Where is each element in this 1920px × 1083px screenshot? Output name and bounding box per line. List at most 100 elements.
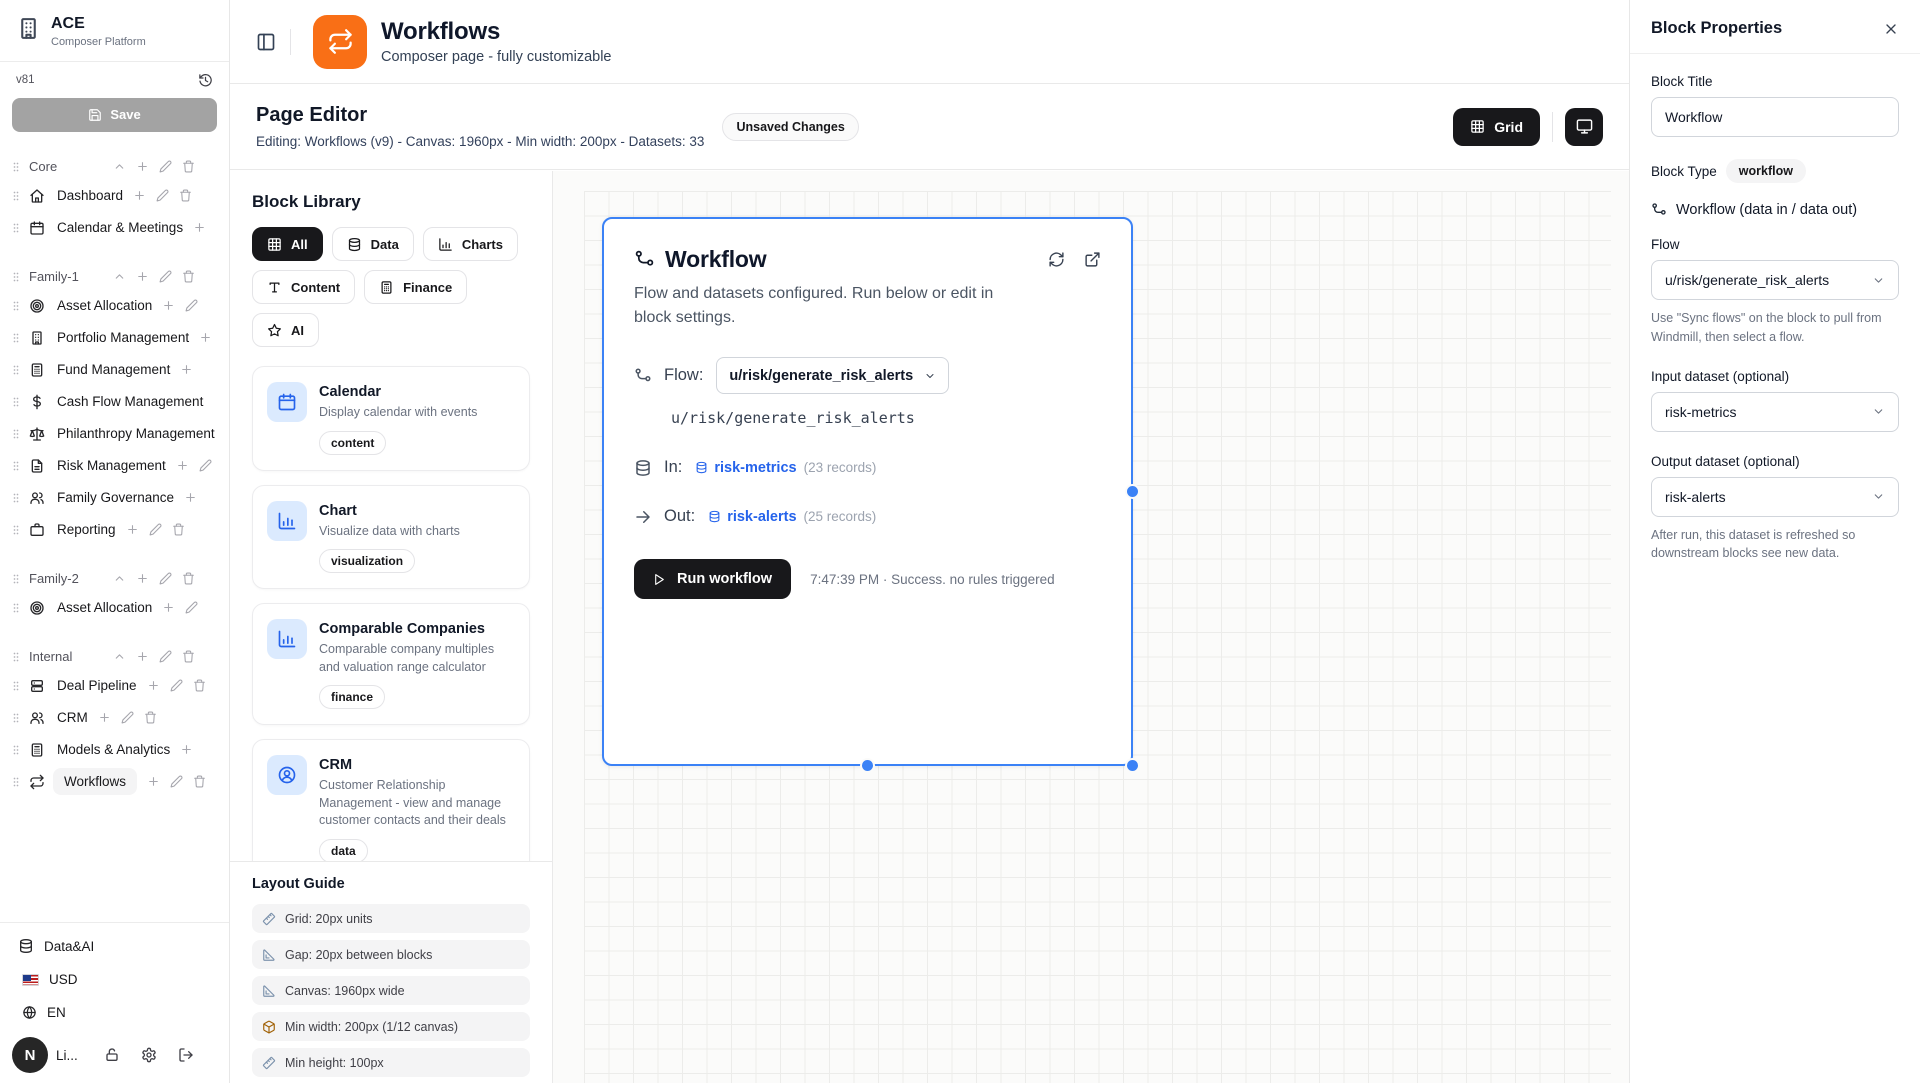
plus-button[interactable] (147, 775, 160, 788)
plus-button[interactable] (136, 650, 149, 663)
output-dataset-select[interactable]: risk-alerts (1651, 477, 1899, 517)
sidebar-item-family-governance[interactable]: Family Governance (6, 482, 223, 514)
currency-selector[interactable]: USD (0, 963, 229, 996)
plus-button[interactable] (162, 299, 175, 312)
sidebar-item-cash-flow-management[interactable]: Cash Flow Management (6, 386, 223, 418)
flow-select[interactable]: u/risk/generate_risk_alerts (1651, 260, 1899, 300)
plus-button[interactable] (184, 491, 197, 504)
pencil-button[interactable] (159, 270, 172, 283)
trash-button[interactable] (144, 711, 157, 724)
filter-data[interactable]: Data (332, 227, 414, 261)
trash-button[interactable] (172, 523, 185, 536)
plus-button[interactable] (162, 601, 175, 614)
resize-handle-southeast[interactable] (1125, 758, 1140, 773)
block-card-description: Display calendar with events (319, 404, 477, 422)
flow-select[interactable]: u/risk/generate_risk_alerts (716, 357, 949, 394)
filter-finance[interactable]: Finance (364, 270, 467, 304)
avatar[interactable]: N (12, 1037, 48, 1073)
chevron-up-button[interactable] (113, 650, 126, 663)
plus-button[interactable] (133, 189, 146, 202)
trash-button[interactable] (182, 270, 195, 283)
sidebar-item-crm[interactable]: CRM (6, 702, 223, 734)
plus-button[interactable] (136, 572, 149, 585)
ruler-icon (262, 1056, 276, 1070)
trash-button[interactable] (182, 160, 195, 173)
block-card-chart[interactable]: ChartVisualize data with chartsvisualiza… (252, 485, 530, 590)
pencil-button[interactable] (159, 160, 172, 173)
resize-handle-east[interactable] (1125, 484, 1140, 499)
resize-handle-south[interactable] (860, 758, 875, 773)
plus-button[interactable] (98, 711, 111, 724)
history-icon[interactable] (198, 73, 213, 88)
sidebar-item-asset-allocation[interactable]: Asset Allocation (6, 290, 223, 322)
pencil-button[interactable] (185, 299, 198, 312)
grid-toggle-button[interactable]: Grid (1453, 108, 1540, 146)
plus-button[interactable] (180, 363, 193, 376)
close-icon[interactable] (1883, 21, 1899, 37)
editor-canvas[interactable]: Workflow Flow and datasets configured. R… (553, 171, 1629, 1083)
run-workflow-button[interactable]: Run workflow (634, 559, 791, 599)
output-dataset-link[interactable]: risk-alerts (708, 509, 796, 525)
plus-button[interactable] (136, 160, 149, 173)
block-card-calendar[interactable]: CalendarDisplay calendar with eventscont… (252, 366, 530, 471)
block-card-comparable-companies[interactable]: Comparable CompaniesComparable company m… (252, 603, 530, 725)
plus-button[interactable] (199, 331, 212, 344)
pencil-button[interactable] (159, 572, 172, 585)
filter-ai[interactable]: AI (252, 313, 319, 347)
pencil-button[interactable] (159, 650, 172, 663)
chevron-up-button[interactable] (113, 160, 126, 173)
sidebar-item-calendar-meetings[interactable]: Calendar & Meetings (6, 212, 223, 244)
input-dataset-select[interactable]: risk-metrics (1651, 392, 1899, 432)
flow-help-text: Use "Sync flows" on the block to pull fr… (1651, 309, 1899, 347)
save-button[interactable]: Save (12, 98, 217, 132)
workflow-block[interactable]: Workflow Flow and datasets configured. R… (602, 217, 1133, 766)
chevron-up-button[interactable] (113, 270, 126, 283)
pencil-button[interactable] (170, 775, 183, 788)
sidebar-item-workflows[interactable]: Workflows (6, 766, 223, 798)
sidebar-item-philanthropy-management[interactable]: Philanthropy Management (6, 418, 223, 450)
block-title-input[interactable] (1651, 97, 1899, 137)
plus-button[interactable] (180, 743, 193, 756)
sidebar-item-fund-management[interactable]: Fund Management (6, 354, 223, 386)
sidebar-item-portfolio-management[interactable]: Portfolio Management (6, 322, 223, 354)
logout-icon[interactable] (178, 1047, 194, 1063)
input-dataset-link[interactable]: risk-metrics (695, 460, 796, 476)
chevron-up-button[interactable] (113, 572, 126, 585)
sidebar-item-asset-allocation[interactable]: Asset Allocation (6, 592, 223, 624)
pencil-button[interactable] (170, 679, 183, 692)
plus-button[interactable] (193, 221, 206, 234)
pencil-button[interactable] (149, 523, 162, 536)
sidebar-item-dashboard[interactable]: Dashboard (6, 180, 223, 212)
external-link-icon[interactable] (1084, 251, 1101, 268)
sidebar-item-reporting[interactable]: Reporting (6, 514, 223, 546)
plus-button[interactable] (126, 523, 139, 536)
gear-icon[interactable] (141, 1047, 157, 1063)
filter-content[interactable]: Content (252, 270, 355, 304)
trash-button[interactable] (193, 679, 206, 692)
filter-all[interactable]: All (252, 227, 323, 261)
sidebar-item-data-ai[interactable]: Data&AI (0, 929, 229, 963)
plus-button[interactable] (176, 459, 189, 472)
pencil-button[interactable] (156, 189, 169, 202)
pencil-icon (159, 160, 172, 173)
plus-button[interactable] (147, 679, 160, 692)
trash-button[interactable] (182, 572, 195, 585)
sidebar-item-deal-pipeline[interactable]: Deal Pipeline (6, 670, 223, 702)
pencil-button[interactable] (121, 711, 134, 724)
plus-button[interactable] (136, 270, 149, 283)
lock-icon[interactable] (104, 1047, 120, 1063)
preview-button[interactable] (1565, 108, 1603, 146)
language-selector[interactable]: EN (0, 996, 229, 1029)
trash-button[interactable] (182, 650, 195, 663)
sidebar-item-risk-management[interactable]: Risk Management (6, 450, 223, 482)
pencil-button[interactable] (185, 601, 198, 614)
block-card-crm[interactable]: CRMCustomer Relationship Management - vi… (252, 739, 530, 861)
trash-button[interactable] (179, 189, 192, 202)
pencil-button[interactable] (199, 459, 212, 472)
filter-charts[interactable]: Charts (423, 227, 518, 261)
sidebar-item-models-analytics[interactable]: Models & Analytics (6, 734, 223, 766)
sync-flows-icon[interactable] (1048, 251, 1065, 268)
trash-button[interactable] (193, 775, 206, 788)
sidebar-toggle-icon[interactable] (256, 32, 276, 52)
plus-icon (136, 572, 149, 585)
